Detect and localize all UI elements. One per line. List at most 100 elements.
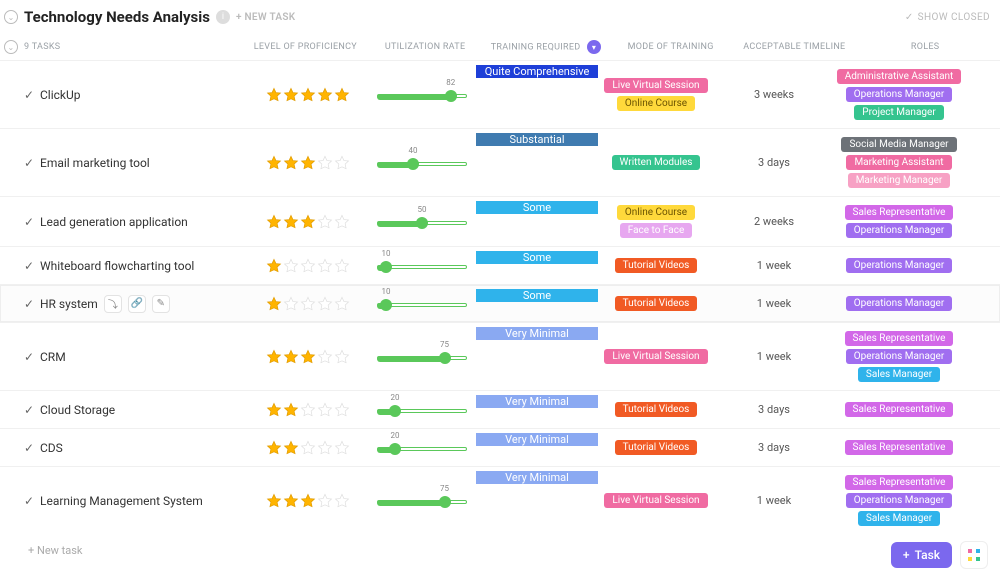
roles-cell[interactable]: Social Media ManagerMarketing AssistantM…: [834, 133, 964, 192]
utilization-slider[interactable]: 20: [368, 441, 476, 455]
proficiency-stars[interactable]: [248, 440, 368, 456]
proficiency-stars[interactable]: [248, 214, 368, 230]
proficiency-stars[interactable]: [248, 296, 368, 312]
create-task-button[interactable]: + Task: [891, 542, 952, 568]
new-task-top[interactable]: + NEW TASK: [236, 12, 296, 23]
task-row[interactable]: ✓CRM 75 Very MinimalLive Virtual Session…: [0, 322, 1000, 390]
training-required-cell[interactable]: Substantial: [476, 133, 598, 146]
task-name[interactable]: Whiteboard flowcharting tool: [40, 259, 248, 273]
training-required-cell[interactable]: Some: [476, 201, 598, 214]
mode-of-training[interactable]: Live Virtual SessionOnline Course: [598, 74, 714, 115]
col-proficiency[interactable]: LEVEL OF PROFICIENCY: [246, 42, 366, 52]
task-row[interactable]: ✓CDS 20 Very MinimalTutorial Videos3 day…: [0, 428, 1000, 466]
roles-cell[interactable]: Sales RepresentativeOperations Manager: [834, 201, 964, 242]
task-name[interactable]: Lead generation application: [40, 215, 248, 229]
timeline-cell[interactable]: 1 week: [714, 259, 834, 272]
proficiency-stars[interactable]: [248, 493, 368, 509]
show-closed-toggle[interactable]: ✓ SHOW CLOSED: [905, 12, 990, 23]
training-required-cell[interactable]: Very Minimal: [476, 433, 598, 446]
mode-of-training[interactable]: Tutorial Videos: [598, 398, 714, 421]
roles-cell[interactable]: Operations Manager: [834, 292, 964, 315]
task-name[interactable]: HR system⤵🔗✎: [40, 295, 248, 313]
task-status-icon[interactable]: ✓: [24, 494, 40, 508]
task-row[interactable]: ✓Whiteboard flowcharting tool 10 SomeTut…: [0, 246, 1000, 284]
edit-icon[interactable]: ✎: [152, 295, 170, 313]
task-row[interactable]: ✓ClickUp 82 Quite ComprehensiveLive Virt…: [0, 60, 1000, 128]
roles-cell[interactable]: Sales RepresentativeOperations ManagerSa…: [834, 327, 964, 386]
task-name[interactable]: CDS: [40, 441, 248, 455]
utilization-slider[interactable]: 75: [368, 494, 476, 508]
task-row[interactable]: ✓Cloud Storage 20 Very MinimalTutorial V…: [0, 390, 1000, 428]
mode-of-training[interactable]: Tutorial Videos: [598, 436, 714, 459]
task-status-icon[interactable]: ✓: [24, 403, 40, 417]
mode-of-training[interactable]: Live Virtual Session: [598, 345, 714, 368]
task-status-icon[interactable]: ✓: [24, 441, 40, 455]
collapse-toggle[interactable]: ⌄: [4, 10, 18, 24]
mode-of-training[interactable]: Written Modules: [598, 151, 714, 174]
col-training[interactable]: TRAINING REQUIRED ▾: [485, 40, 607, 54]
col-utilization[interactable]: UTILIZATION RATE: [371, 42, 479, 52]
timeline-cell[interactable]: 1 week: [714, 494, 834, 507]
task-status-icon[interactable]: ✓: [24, 215, 40, 229]
roles-cell[interactable]: Sales RepresentativeOperations ManagerSa…: [834, 471, 964, 530]
task-status-icon[interactable]: ✓: [24, 88, 40, 102]
timeline-cell[interactable]: 1 week: [714, 297, 834, 310]
task-name[interactable]: Learning Management System: [40, 494, 248, 508]
utilization-slider[interactable]: 10: [368, 259, 476, 273]
apps-button[interactable]: [960, 541, 988, 569]
mode-of-training[interactable]: Tutorial Videos: [598, 254, 714, 277]
subtask-icon[interactable]: ⤵: [104, 295, 122, 313]
utilization-slider[interactable]: 75: [368, 350, 476, 364]
training-required-cell[interactable]: Very Minimal: [476, 395, 598, 408]
col-roles[interactable]: ROLES: [860, 42, 990, 52]
new-task-bottom[interactable]: + New task: [0, 534, 1000, 567]
link-icon[interactable]: 🔗: [128, 295, 146, 313]
training-required-cell[interactable]: Some: [476, 289, 598, 302]
col-timeline[interactable]: ACCEPTABLE TIMELINE: [735, 42, 855, 52]
training-required-label: Quite Comprehensive: [476, 65, 598, 78]
roles-cell[interactable]: Administrative AssistantOperations Manag…: [834, 65, 964, 124]
task-status-icon[interactable]: ✓: [24, 259, 40, 273]
task-row[interactable]: ✓Email marketing tool 40 SubstantialWrit…: [0, 128, 1000, 196]
task-name[interactable]: Cloud Storage: [40, 403, 248, 417]
training-required-cell[interactable]: Some: [476, 251, 598, 264]
timeline-cell[interactable]: 3 days: [714, 441, 834, 454]
roles-cell[interactable]: Operations Manager: [834, 254, 964, 277]
mode-of-training[interactable]: Online CourseFace to Face: [598, 201, 714, 242]
timeline-cell[interactable]: 3 weeks: [714, 88, 834, 101]
utilization-slider[interactable]: 82: [368, 88, 476, 102]
utilization-slider[interactable]: 10: [368, 297, 476, 311]
proficiency-stars[interactable]: [248, 155, 368, 171]
utilization-slider[interactable]: 40: [368, 156, 476, 170]
task-row[interactable]: ✓Lead generation application 50 SomeOnli…: [0, 196, 1000, 246]
col-mode[interactable]: MODE OF TRAINING: [613, 42, 729, 52]
task-name[interactable]: ClickUp: [40, 88, 248, 102]
task-status-icon[interactable]: ✓: [24, 297, 40, 311]
timeline-cell[interactable]: 1 week: [714, 350, 834, 363]
timeline-cell[interactable]: 2 weeks: [714, 215, 834, 228]
info-icon[interactable]: i: [216, 10, 230, 24]
task-name[interactable]: CRM: [40, 350, 248, 364]
timeline-cell[interactable]: 3 days: [714, 156, 834, 169]
training-required-cell[interactable]: Quite Comprehensive: [476, 65, 598, 78]
proficiency-stars[interactable]: [248, 402, 368, 418]
task-row[interactable]: ✓HR system⤵🔗✎ 10 SomeTutorial Videos1 we…: [0, 284, 1000, 322]
utilization-slider[interactable]: 50: [368, 215, 476, 229]
roles-cell[interactable]: Sales Representative: [834, 398, 964, 421]
proficiency-stars[interactable]: [248, 87, 368, 103]
mode-of-training[interactable]: Live Virtual Session: [598, 489, 714, 512]
task-row[interactable]: ✓Learning Management System 75 Very Mini…: [0, 466, 1000, 534]
utilization-slider[interactable]: 20: [368, 403, 476, 417]
proficiency-stars[interactable]: [248, 349, 368, 365]
task-status-icon[interactable]: ✓: [24, 350, 40, 364]
proficiency-stars[interactable]: [248, 258, 368, 274]
task-name[interactable]: Email marketing tool: [40, 156, 248, 170]
training-required-cell[interactable]: Very Minimal: [476, 471, 598, 484]
task-status-icon[interactable]: ✓: [24, 156, 40, 170]
training-required-cell[interactable]: Very Minimal: [476, 327, 598, 340]
collapse-tasks[interactable]: ⌄: [4, 40, 18, 54]
timeline-cell[interactable]: 3 days: [714, 403, 834, 416]
roles-cell[interactable]: Sales Representative: [834, 436, 964, 459]
mode-of-training[interactable]: Tutorial Videos: [598, 292, 714, 315]
task-name-label: Learning Management System: [40, 494, 203, 508]
